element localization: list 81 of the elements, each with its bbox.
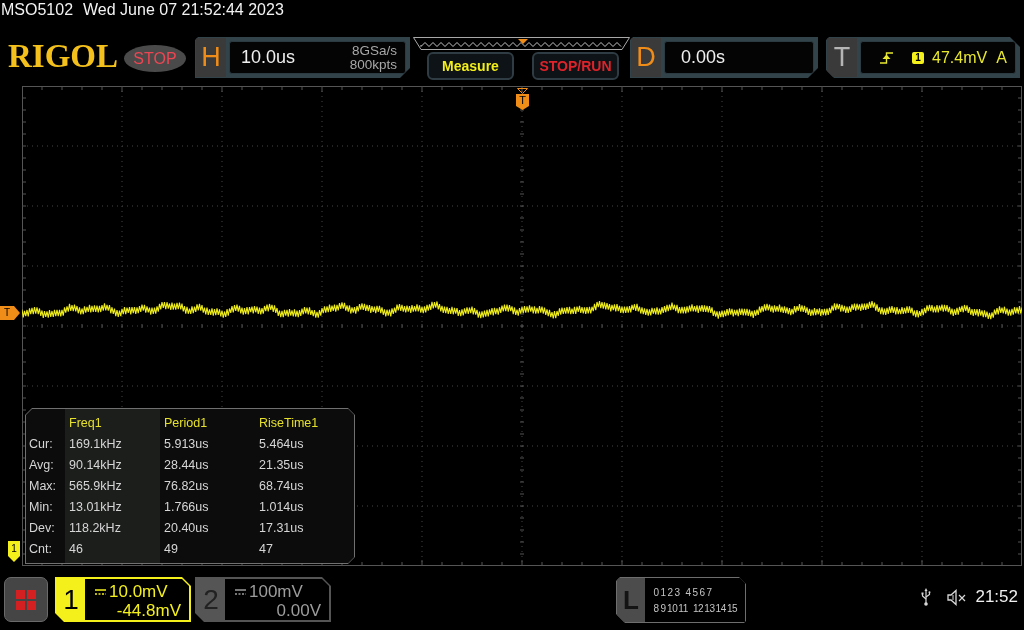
measurement-value: 169.1kHz <box>69 436 123 453</box>
dc-coupling-icon <box>95 588 106 595</box>
vertical-offset: -44.8mV <box>115 601 181 620</box>
logic-channel-number: 3 <box>674 585 680 599</box>
logic-channel-number: 13 <box>704 601 715 615</box>
delay-value: 0.00s <box>664 41 814 74</box>
measurement-value: 90.14kHz <box>69 457 123 474</box>
measurement-value: 13.01kHz <box>69 499 123 516</box>
measurement-value: 1.766us <box>164 499 210 516</box>
caret-icon <box>517 88 528 94</box>
logic-tab: L <box>617 578 645 622</box>
measurement-value: 76.82us <box>164 478 210 495</box>
row-label: Cur: <box>29 436 54 453</box>
measurement-value: 17.31us <box>259 520 305 537</box>
column-header: Freq1 <box>69 415 103 432</box>
logic-channel-number: 6 <box>699 585 705 599</box>
channel-marker[interactable]: 1 <box>8 541 20 562</box>
trigger-mode: A <box>996 48 1007 67</box>
measurement-value: 118.2kHz <box>69 520 122 537</box>
run-status-badge: STOP <box>124 45 186 72</box>
logic-channel-number: 12 <box>692 601 704 615</box>
trigger-source-badge: 1 <box>912 51 924 64</box>
logic-channel-number: 8 <box>653 601 659 615</box>
row-label: Min: <box>29 499 54 516</box>
vertical-offset: 0.00V <box>275 601 321 620</box>
logic-channel-number: 10 <box>667 601 678 615</box>
logic-channel-number: 14 <box>715 601 726 615</box>
timebase-value: 10.0us <box>241 47 296 68</box>
stop-run-button[interactable]: STOP/RUN <box>532 52 619 80</box>
position-marker-icon <box>518 39 528 44</box>
logic-panel[interactable]: L 0 1 2 3 4 5 6 7 8 91011 12131415 <box>616 577 746 623</box>
measure-button[interactable]: Measure <box>427 52 514 80</box>
row-label: Dev: <box>29 520 56 537</box>
measurement-value: 68.74us <box>259 478 305 495</box>
column-header: Period1 <box>164 415 209 432</box>
grid-icon <box>16 589 36 610</box>
delay-tab[interactable]: D <box>631 38 661 77</box>
dc-coupling-icon <box>235 588 246 595</box>
measurement-column[interactable]: Freq1 169.1kHz 90.14kHz 565.9kHz 13.01kHz 118.2kHz 46 <box>65 409 160 563</box>
trigger-tab[interactable]: T <box>827 38 857 77</box>
logic-channel-number: 4 <box>685 585 691 599</box>
measurement-value: 46 <box>69 541 84 558</box>
row-label: Max: <box>29 478 58 495</box>
mute-icon <box>947 588 968 606</box>
model-name: MSO5102 <box>1 1 74 19</box>
measurement-value: 5.913us <box>164 436 210 453</box>
trigger-position-marker[interactable]: T <box>516 94 529 110</box>
clock-time: 21:52 <box>975 587 1018 607</box>
brand-logo: RIGOL <box>8 40 118 73</box>
sample-rate: 8GSa/s <box>351 43 397 58</box>
logic-channel-number: 7 <box>706 585 712 599</box>
logic-channel-number: 15 <box>726 601 738 615</box>
measurement-value: 21.35us <box>259 457 305 474</box>
measurement-value: 49 <box>164 541 179 558</box>
usb-icon <box>921 588 932 606</box>
measurement-value: 47 <box>259 541 274 558</box>
channel-number: 1 <box>62 582 80 617</box>
logic-channel-number: 1 <box>660 585 666 599</box>
measurement-value: 28.44us <box>164 457 210 474</box>
menu-button[interactable] <box>4 577 48 622</box>
trigger-level-value: 47.4mV <box>932 48 988 67</box>
date-time: Wed June 07 21:52:44 2023 <box>83 1 284 19</box>
measurement-value: 1.014us <box>259 499 305 516</box>
trigger-level-marker[interactable]: T <box>0 306 20 320</box>
vertical-scale: 100mV <box>249 582 303 601</box>
row-label: Avg: <box>29 457 55 474</box>
logic-channel-number: 9 <box>660 601 666 615</box>
measurement-value: 20.40us <box>164 520 210 537</box>
vertical-scale: 10.0mV <box>109 582 168 601</box>
logic-channel-number: 2 <box>667 585 673 599</box>
measurement-value: 5.464us <box>259 436 305 453</box>
logic-channel-number: 0 <box>653 585 659 599</box>
logic-channel-number: 11 <box>678 601 688 615</box>
column-header: RiseTime1 <box>259 415 320 432</box>
row-label: Cnt: <box>29 541 53 558</box>
rising-edge-icon <box>880 51 893 64</box>
logic-channel-number: 5 <box>692 585 698 599</box>
measurement-value: 565.9kHz <box>69 478 123 495</box>
horizontal-tab[interactable]: H <box>196 38 226 77</box>
channel-panel[interactable]: 1 10.0mV -44.8mV <box>55 577 191 622</box>
memory-depth: 800kpts <box>349 57 397 72</box>
